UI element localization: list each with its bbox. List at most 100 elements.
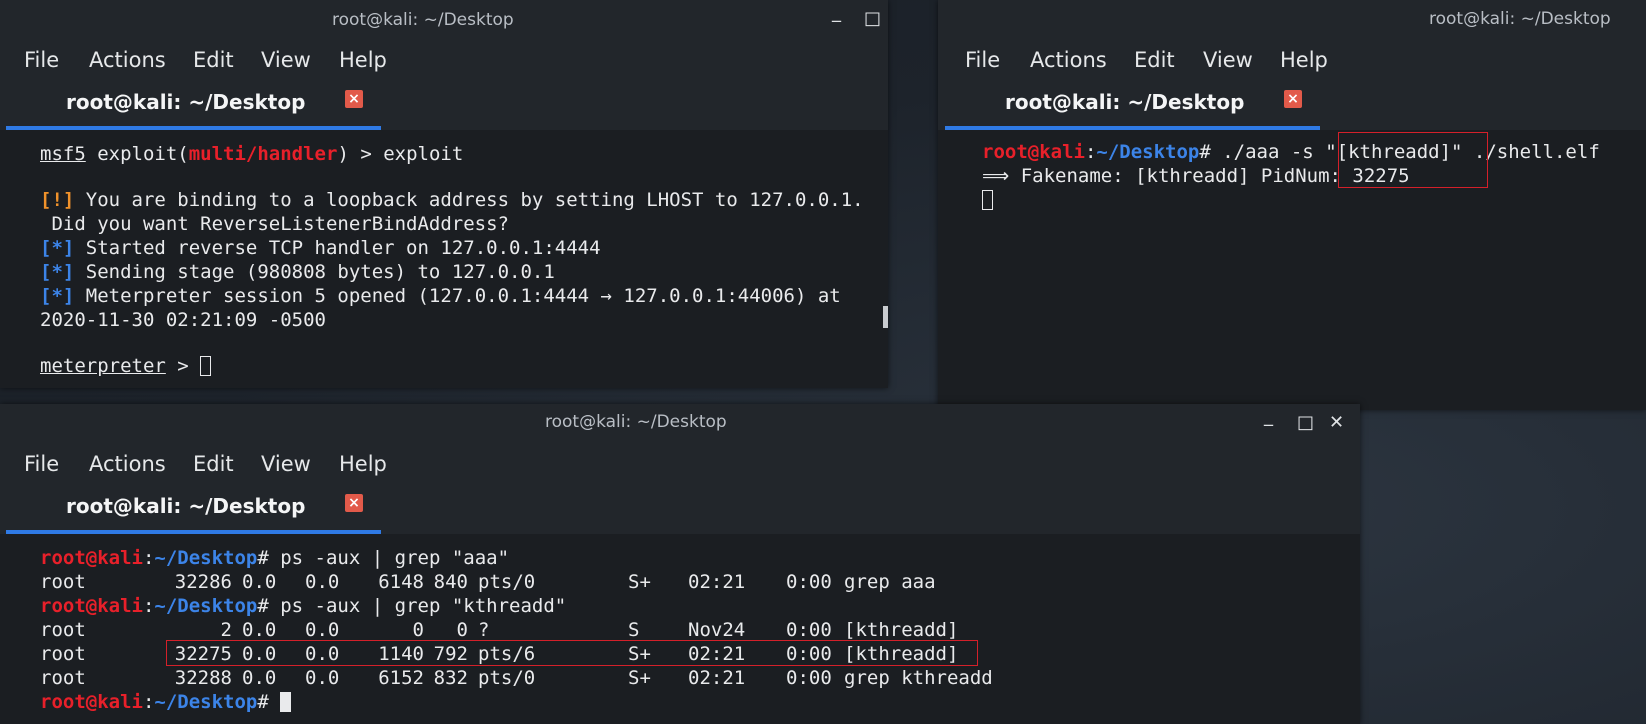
text-cursor	[280, 692, 292, 712]
command-line-2: root@kali:~/Desktop# ps -aux | grep "kth…	[40, 595, 567, 617]
text-cursor	[200, 356, 212, 376]
text-cursor	[982, 190, 993, 210]
table-cell: ?	[478, 619, 490, 641]
terminal-window-aaa[interactable]: root@kali: ~/Desktop File Actions Edit V…	[938, 0, 1646, 410]
menu-edit[interactable]: Edit	[193, 452, 234, 476]
msf-prompt-line: msf5 exploit(multi/handler) > exploit	[40, 143, 464, 165]
table-cell: 0	[456, 619, 468, 641]
command-line-1: root@kali:~/Desktop# ps -aux | grep "aaa…	[40, 547, 510, 569]
terminal-output[interactable]: root@kali:~/Desktop# ./aaa -s "[kthreadd…	[938, 130, 1646, 410]
meterpreter-prompt: meterpreter >	[40, 354, 212, 378]
table-cell: 0.0	[305, 571, 340, 593]
info-line-stage: [*] Sending stage (980808 bytes) to 127.…	[40, 261, 555, 283]
table-cell: root	[40, 643, 86, 665]
menu-help[interactable]: Help	[1280, 48, 1328, 72]
table-cell: 0.0	[242, 667, 277, 689]
table-cell: root	[40, 571, 86, 593]
info-line-handler: [*] Started reverse TCP handler on 127.0…	[40, 237, 601, 259]
table-cell: 832	[433, 667, 468, 689]
maximize-icon[interactable]: □	[1297, 412, 1314, 433]
table-cell: 6148	[378, 571, 424, 593]
tab-label: root@kali: ~/Desktop	[66, 90, 306, 114]
close-tab-icon[interactable]: ×	[345, 494, 363, 512]
menu-help[interactable]: Help	[339, 48, 387, 72]
table-cell: 32286	[174, 571, 232, 593]
menu-bar: File Actions Edit View Help	[938, 40, 1646, 80]
highlight-box	[1338, 132, 1488, 188]
command-line: root@kali:~/Desktop# ./aaa -s "[kthreadd…	[982, 141, 1600, 163]
window-title: root@kali: ~/Desktop	[1429, 9, 1611, 29]
menu-file[interactable]: File	[24, 48, 59, 72]
table-cell: 0.0	[242, 571, 277, 593]
menu-actions[interactable]: Actions	[89, 452, 166, 476]
window-title: root@kali: ~/Desktop	[545, 412, 727, 432]
title-bar[interactable]: root@kali: ~/Desktop _ □ ✕	[0, 404, 1360, 444]
tab-label: root@kali: ~/Desktop	[1005, 90, 1245, 114]
menu-bar: File Actions Edit View Help	[0, 40, 888, 80]
table-cell: [kthreadd]	[844, 619, 959, 641]
menu-actions[interactable]: Actions	[1030, 48, 1107, 72]
table-cell: 0:00	[786, 571, 832, 593]
menu-help[interactable]: Help	[339, 452, 387, 476]
tab-label: root@kali: ~/Desktop	[66, 494, 306, 518]
minimize-icon[interactable]: _	[1264, 406, 1273, 427]
terminal-output[interactable]: root@kali:~/Desktop# ps -aux | grep "aaa…	[0, 534, 1360, 724]
tab-terminal[interactable]: root@kali: ~/Desktop ×	[945, 82, 1320, 131]
info-line-timestamp: 2020-11-30 02:21:09 -0500	[40, 309, 326, 331]
table-cell: S+	[628, 667, 651, 689]
terminal-window-ps[interactable]: root@kali: ~/Desktop _ □ ✕ File Actions …	[0, 404, 1360, 724]
table-cell: 0:00	[786, 667, 832, 689]
table-cell: Nov24	[688, 619, 746, 641]
highlight-box	[166, 640, 978, 666]
table-cell: 32288	[174, 667, 232, 689]
table-cell: root	[40, 667, 86, 689]
close-tab-icon[interactable]: ×	[345, 90, 363, 108]
warning-line: [!] You are binding to a loopback addres…	[40, 189, 864, 211]
table-cell: 02:21	[688, 667, 746, 689]
menu-actions[interactable]: Actions	[89, 48, 166, 72]
menu-view[interactable]: View	[1203, 48, 1253, 72]
table-cell: 0:00	[786, 619, 832, 641]
tab-bar: root@kali: ~/Desktop ×	[0, 484, 1360, 535]
table-cell: 0	[412, 619, 424, 641]
tab-bar: root@kali: ~/Desktop ×	[938, 80, 1646, 131]
table-cell: 2	[220, 619, 232, 641]
table-cell: 0.0	[305, 667, 340, 689]
title-bar[interactable]: root@kali: ~/Desktop	[938, 0, 1646, 40]
menu-edit[interactable]: Edit	[1134, 48, 1175, 72]
minimize-icon[interactable]: _	[832, 2, 841, 23]
tab-terminal[interactable]: root@kali: ~/Desktop ×	[6, 486, 381, 535]
close-tab-icon[interactable]: ×	[1284, 90, 1302, 108]
info-line-session: [*] Meterpreter session 5 opened (127.0.…	[40, 285, 841, 307]
table-cell: 02:21	[688, 571, 746, 593]
prompt-cursor-line	[982, 188, 993, 212]
table-cell: S+	[628, 571, 651, 593]
table-cell: 840	[433, 571, 468, 593]
table-cell: grep kthreadd	[844, 667, 993, 689]
menu-file[interactable]: File	[965, 48, 1000, 72]
maximize-icon[interactable]: □	[864, 8, 881, 29]
menu-bar: File Actions Edit View Help	[0, 444, 1360, 484]
scrollbar-thumb[interactable]	[883, 306, 888, 328]
menu-view[interactable]: View	[261, 48, 311, 72]
table-cell: grep aaa	[844, 571, 936, 593]
close-window-icon[interactable]: ✕	[1329, 412, 1344, 433]
table-cell: root	[40, 619, 86, 641]
tab-terminal[interactable]: root@kali: ~/Desktop ×	[6, 82, 381, 131]
warning-line-2: Did you want ReverseListenerBindAddress?	[40, 213, 509, 235]
menu-view[interactable]: View	[261, 452, 311, 476]
table-cell: 6152	[378, 667, 424, 689]
table-cell: pts/0	[478, 667, 536, 689]
tab-bar: root@kali: ~/Desktop ×	[0, 80, 888, 131]
command-line-3: root@kali:~/Desktop#	[40, 690, 292, 714]
table-cell: 0.0	[305, 619, 340, 641]
menu-edit[interactable]: Edit	[193, 48, 234, 72]
terminal-window-msf[interactable]: root@kali: ~/Desktop _ □ ✕ File Actions …	[0, 0, 888, 388]
title-bar[interactable]: root@kali: ~/Desktop _ □ ✕	[0, 0, 888, 40]
menu-file[interactable]: File	[24, 452, 59, 476]
table-cell: 0.0	[242, 619, 277, 641]
table-cell: S	[628, 619, 640, 641]
window-title: root@kali: ~/Desktop	[332, 10, 514, 30]
table-cell: pts/0	[478, 571, 536, 593]
terminal-output[interactable]: msf5 exploit(multi/handler) > exploit [!…	[0, 130, 888, 388]
